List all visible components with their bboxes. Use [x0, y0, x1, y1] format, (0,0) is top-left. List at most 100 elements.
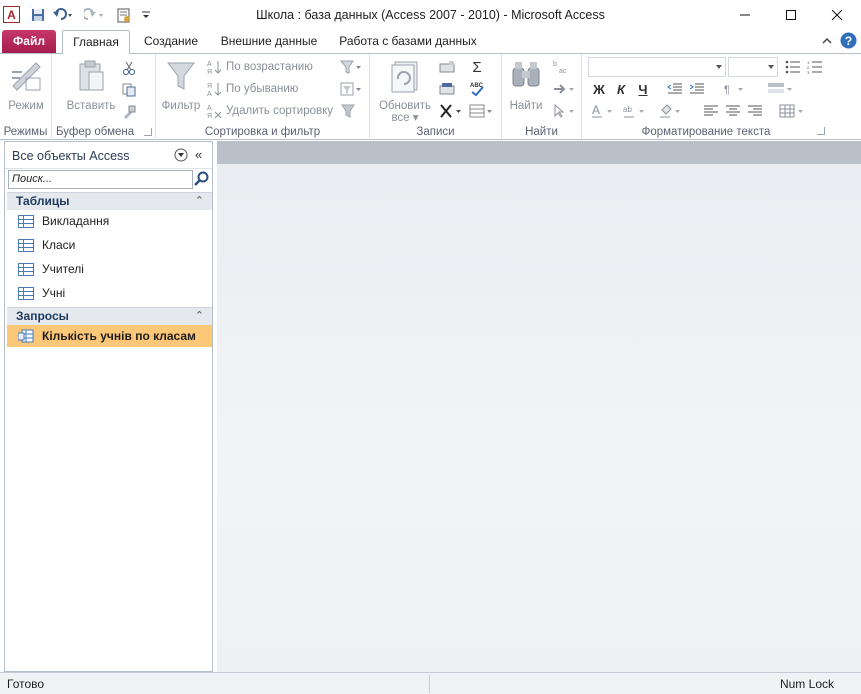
group-text-formatting: 123 Ж К Ч ¶ A ab Форматирование текста — [582, 54, 830, 140]
paragraph-direction-icon[interactable]: ¶ — [722, 80, 746, 98]
search-input[interactable]: Поиск... — [8, 170, 193, 189]
sort-ascending-button[interactable]: AЯ По возрастанию — [206, 57, 313, 77]
bullets-icon[interactable] — [784, 58, 802, 76]
font-size-combo[interactable] — [728, 57, 778, 77]
group-find: Найти b ac Найти — [502, 54, 582, 140]
underline-button[interactable]: Ч — [634, 80, 652, 98]
font-color-icon[interactable]: A — [590, 102, 616, 120]
svg-text:A: A — [207, 61, 212, 68]
select-icon[interactable] — [552, 102, 578, 120]
align-right-icon[interactable] — [746, 102, 764, 120]
filter-icon — [166, 62, 196, 90]
sort-ascending-label: По возрастанию — [226, 61, 313, 73]
replace-icon[interactable]: b ac — [552, 58, 570, 76]
collapse-group-icon[interactable]: ⌃ — [195, 194, 204, 207]
close-button[interactable] — [814, 0, 860, 30]
bold-button[interactable]: Ж — [590, 80, 608, 98]
list-item-label: Викладання — [42, 214, 110, 228]
svg-text:3: 3 — [807, 70, 810, 74]
svg-text:A: A — [592, 103, 600, 117]
navigation-pane: Все объекты Access « Поиск... Таблицы ⌃ … — [4, 141, 213, 672]
list-item-label: Класи — [42, 238, 76, 252]
list-item[interactable]: Кількість учнів по класам — [7, 325, 212, 347]
minimize-ribbon-icon[interactable] — [818, 30, 836, 53]
maximize-icon — [786, 10, 796, 20]
fill-color-icon[interactable] — [658, 102, 684, 120]
sort-descending-button[interactable]: ЯA По убыванию — [206, 79, 298, 99]
table-icon — [18, 214, 34, 228]
svg-text:Я: Я — [207, 83, 212, 90]
svg-text:A: A — [207, 91, 212, 97]
text-formatting-dialog-launcher-icon[interactable] — [817, 127, 825, 135]
toggle-filter-icon[interactable] — [339, 102, 357, 120]
format-painter-icon[interactable] — [120, 103, 138, 121]
align-left-icon[interactable] — [702, 102, 720, 120]
advanced-filter-icon[interactable] — [339, 80, 363, 98]
align-center-icon[interactable] — [724, 102, 742, 120]
shutter-bar-close-icon[interactable]: « — [195, 147, 202, 162]
view-icon — [12, 62, 41, 91]
group-records: Обновить все ▾ Σ ABC Записи — [370, 54, 502, 140]
nav-menu-chevron-down-icon[interactable] — [174, 148, 188, 165]
svg-text:ac: ac — [559, 68, 567, 74]
tab-file[interactable]: Файл — [2, 30, 56, 53]
filter-button[interactable]: Фильтр — [160, 58, 202, 112]
view-button[interactable]: Режим — [4, 58, 48, 112]
selection-filter-icon[interactable] — [339, 58, 363, 76]
search-icon[interactable] — [194, 171, 210, 190]
alternate-row-color-icon[interactable] — [766, 80, 794, 98]
save-record-icon[interactable] — [438, 80, 456, 98]
view-button-label: Режим — [8, 100, 44, 112]
delete-record-icon[interactable] — [438, 102, 464, 120]
copy-icon[interactable] — [120, 81, 138, 99]
gridlines-icon[interactable] — [778, 102, 806, 120]
group-text-formatting-label: Форматирование текста — [641, 126, 771, 138]
totals-icon[interactable]: Σ — [468, 58, 486, 76]
find-button-label: Найти — [509, 100, 543, 112]
new-record-icon[interactable] — [438, 58, 456, 76]
svg-text:ab: ab — [623, 105, 632, 114]
list-item[interactable]: Учителі — [7, 258, 212, 280]
clipboard-dialog-launcher-icon[interactable] — [144, 128, 152, 136]
status-separator — [429, 675, 430, 693]
font-name-combo[interactable] — [588, 57, 726, 77]
find-button[interactable]: Найти — [506, 58, 546, 112]
maximize-button[interactable] — [768, 0, 814, 30]
nav-pane-header[interactable]: Все объекты Access « — [5, 142, 212, 169]
italic-button[interactable]: К — [612, 80, 630, 98]
help-icon[interactable]: ? — [839, 32, 857, 55]
remove-sort-button[interactable]: AЯ Удалить сортировку — [206, 101, 333, 121]
cut-icon[interactable] — [120, 59, 138, 77]
tab-external-data[interactable]: Внешние данные — [214, 30, 324, 53]
refresh-all-button[interactable]: Обновить все ▾ — [374, 58, 436, 124]
status-bar: Готово Num Lock — [0, 672, 861, 694]
numbering-icon[interactable]: 123 — [806, 58, 824, 76]
go-to-icon[interactable] — [552, 80, 578, 98]
query-icon — [17, 329, 34, 343]
tab-database-tools[interactable]: Работа с базами данных — [334, 30, 482, 53]
more-records-icon[interactable] — [468, 102, 494, 120]
nav-group-queries[interactable]: Запросы ⌃ — [7, 307, 212, 325]
sort-descending-icon: ЯA — [206, 81, 222, 97]
font-name-chevron-down-icon — [716, 65, 722, 69]
spelling-icon[interactable]: ABC — [468, 80, 486, 98]
table-icon — [18, 238, 34, 252]
tab-home[interactable]: Главная — [62, 30, 130, 54]
decrease-indent-icon[interactable] — [666, 80, 684, 98]
collapse-group-icon[interactable]: ⌃ — [195, 309, 204, 322]
sort-descending-label: По убыванию — [226, 83, 299, 95]
status-text: Готово — [7, 677, 45, 691]
minimize-button[interactable] — [722, 0, 768, 30]
list-item-label: Кількість учнів по класам — [42, 329, 196, 343]
list-item[interactable]: Учні — [7, 282, 212, 304]
list-item[interactable]: Викладання — [7, 210, 212, 232]
tab-create[interactable]: Создание — [136, 30, 206, 53]
paste-button[interactable]: Вставить — [64, 58, 118, 112]
nav-group-tables[interactable]: Таблицы ⌃ — [7, 192, 212, 210]
underline-label: Ч — [638, 81, 648, 97]
sort-ascending-icon: AЯ — [206, 59, 222, 75]
increase-indent-icon[interactable] — [688, 80, 706, 98]
list-item[interactable]: Класи — [7, 234, 212, 256]
highlight-color-icon[interactable]: ab — [622, 102, 648, 120]
group-find-label: Найти — [525, 126, 558, 138]
